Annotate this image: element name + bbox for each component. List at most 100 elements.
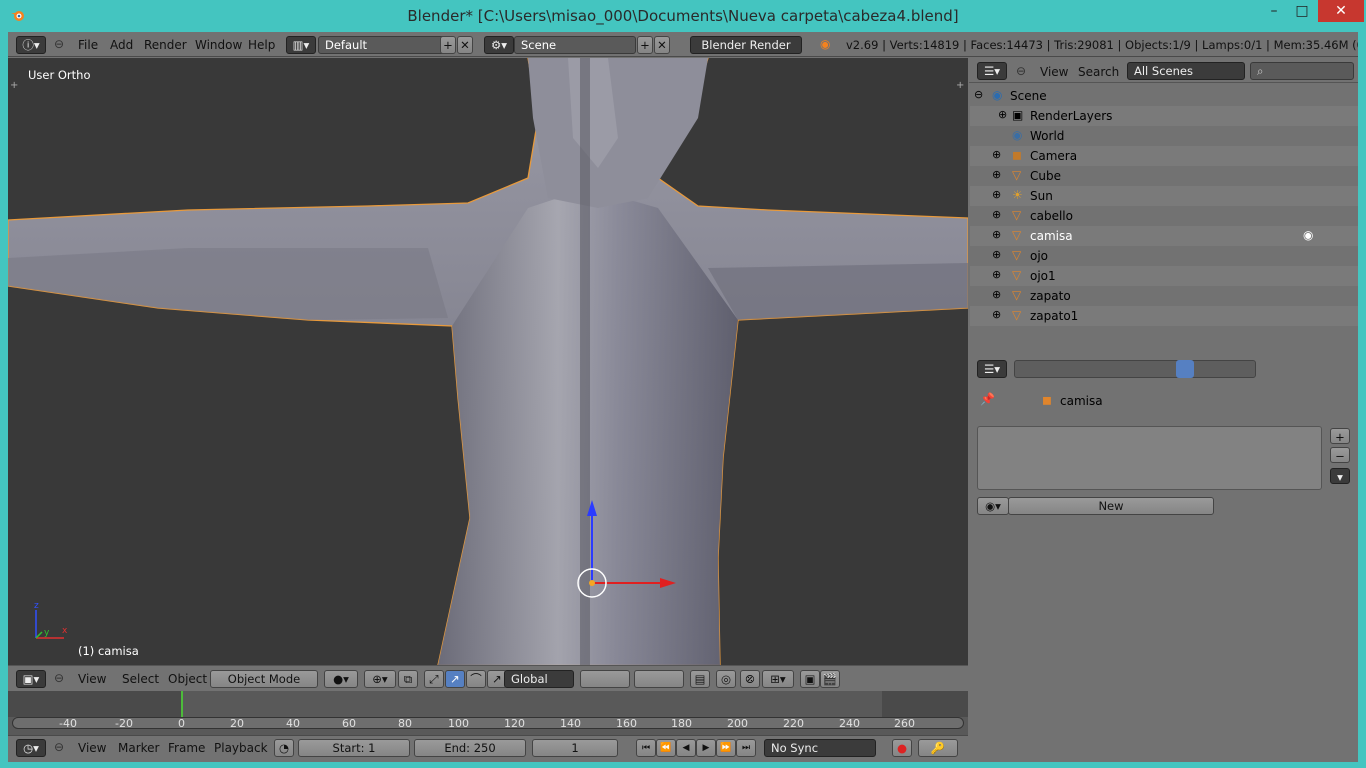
editor-type-info-icon[interactable]: ⓘ▾ bbox=[16, 36, 46, 54]
expand-icon[interactable]: ⊕ bbox=[992, 268, 1001, 281]
menu-view[interactable]: View bbox=[1040, 65, 1068, 79]
collapse-menu-icon[interactable]: ⊖ bbox=[1016, 64, 1026, 78]
add-layout-button[interactable]: + bbox=[440, 36, 456, 54]
jump-start-button[interactable]: ⏮ bbox=[636, 739, 656, 757]
outliner-row[interactable]: ⊕ ▽ ojo1 bbox=[970, 266, 1358, 286]
play-button[interactable]: ▶ bbox=[696, 739, 716, 757]
preview-range-button[interactable]: ◔ bbox=[274, 739, 294, 757]
outliner-row[interactable]: ⊕ ▽ zapato1 bbox=[970, 306, 1358, 326]
outliner-row[interactable]: ⊕ ▽ Cube bbox=[970, 166, 1358, 186]
add-scene-button[interactable]: + bbox=[637, 36, 653, 54]
outliner-row[interactable]: ⊕ ▽ camisa ◉ bbox=[970, 226, 1358, 246]
add-slot-button[interactable]: + bbox=[1330, 428, 1350, 444]
properties-tabs[interactable] bbox=[1014, 360, 1256, 378]
transform-gizmo[interactable] bbox=[568, 498, 688, 618]
jump-keyframe-back-button[interactable]: ⏪ bbox=[656, 739, 676, 757]
minimize-button[interactable]: – bbox=[1262, 0, 1286, 22]
collapse-menu-icon[interactable]: ⊖ bbox=[54, 37, 64, 51]
render-animation-button[interactable]: 🎬 bbox=[820, 670, 840, 688]
pin-icon[interactable]: 📌 bbox=[980, 392, 995, 406]
outliner-item-label[interactable]: Camera bbox=[1030, 149, 1077, 163]
expand-icon[interactable]: ⊕ bbox=[992, 188, 1001, 201]
lock-camera-button[interactable]: ▤ bbox=[690, 670, 710, 688]
outliner-item-label[interactable]: zapato1 bbox=[1030, 309, 1078, 323]
expand-icon[interactable]: ⊕ bbox=[992, 228, 1001, 241]
display-mode-select[interactable]: All Scenes bbox=[1127, 62, 1245, 80]
menu-marker[interactable]: Marker bbox=[118, 741, 159, 755]
outliner-item-label[interactable]: Cube bbox=[1030, 169, 1061, 183]
editor-type-properties-icon[interactable]: ☰▾ bbox=[977, 360, 1007, 378]
remove-scene-button[interactable]: ✕ bbox=[654, 36, 670, 54]
outliner-item-label[interactable]: camisa bbox=[1030, 229, 1073, 243]
menu-help[interactable]: Help bbox=[248, 38, 275, 52]
close-button[interactable]: ✕ bbox=[1318, 0, 1364, 22]
3d-viewport[interactable]: User Ortho + + z y x (1) camisa bbox=[8, 58, 968, 665]
expand-icon[interactable]: ⊕ bbox=[992, 208, 1001, 221]
jump-end-button[interactable]: ⏭ bbox=[736, 739, 756, 757]
mode-select[interactable]: Object Mode bbox=[210, 670, 318, 688]
jump-keyframe-forward-button[interactable]: ⏩ bbox=[716, 739, 736, 757]
layout-icon[interactable]: ▥▾ bbox=[286, 36, 316, 54]
expand-icon[interactable]: ⊕ bbox=[992, 248, 1001, 261]
menu-add[interactable]: Add bbox=[110, 38, 133, 52]
expand-properties-icon[interactable]: + bbox=[956, 80, 964, 91]
outliner-row[interactable]: ⊕ ▣ RenderLayers bbox=[970, 106, 1358, 126]
material-tab-icon[interactable] bbox=[1176, 360, 1194, 378]
menu-frame[interactable]: Frame bbox=[168, 741, 205, 755]
scale-manipulator-button[interactable]: ⌒ bbox=[466, 670, 486, 688]
menu-view[interactable]: View bbox=[78, 741, 106, 755]
sync-select[interactable]: No Sync bbox=[764, 739, 876, 757]
render-engine-select[interactable]: Blender Render bbox=[690, 36, 802, 54]
render-still-button[interactable]: ▣ bbox=[800, 670, 820, 688]
menu-view[interactable]: View bbox=[78, 672, 106, 686]
collapse-icon[interactable]: ⊖ bbox=[974, 88, 983, 101]
menu-file[interactable]: File bbox=[78, 38, 98, 52]
outliner-item-label[interactable]: ojo1 bbox=[1030, 269, 1056, 283]
scene-icon[interactable]: ⚙▾ bbox=[484, 36, 514, 54]
material-slot-list[interactable] bbox=[977, 426, 1322, 490]
outliner-row[interactable]: ⊕ ◼ Camera bbox=[970, 146, 1358, 166]
outliner-row[interactable]: ⊖ ◉ Scene bbox=[970, 86, 1358, 106]
record-button[interactable]: ● bbox=[892, 739, 912, 757]
outliner-item-label[interactable]: ojo bbox=[1030, 249, 1048, 263]
outliner-item-label[interactable]: RenderLayers bbox=[1030, 109, 1112, 123]
menu-select[interactable]: Select bbox=[122, 672, 159, 686]
orientation-select[interactable]: Global bbox=[504, 670, 574, 688]
expand-icon[interactable]: ⊕ bbox=[992, 308, 1001, 321]
outliner-row[interactable]: ⊕ ▽ zapato bbox=[970, 286, 1358, 306]
timeline-scrollbar[interactable] bbox=[12, 717, 964, 729]
outliner-item-label[interactable]: cabello bbox=[1030, 209, 1073, 223]
menu-search[interactable]: Search bbox=[1078, 65, 1119, 79]
timeline[interactable]: -40 -20 0 20 40 60 80 100 120 140 160 18… bbox=[8, 691, 968, 735]
outliner-search-input[interactable]: ⌕ bbox=[1250, 62, 1354, 80]
keying-set-button[interactable]: 🔑 bbox=[918, 739, 958, 757]
current-frame-field[interactable]: 1 bbox=[532, 739, 618, 757]
outliner-item-label[interactable]: Scene bbox=[1010, 89, 1047, 103]
outliner-row[interactable]: ⊕ ☀ Sun bbox=[970, 186, 1358, 206]
material-browse-button[interactable]: ◉▾ bbox=[977, 497, 1009, 515]
current-frame-marker[interactable] bbox=[181, 691, 183, 717]
scene-field[interactable]: Scene bbox=[514, 36, 636, 54]
outliner-row[interactable]: ◉ World bbox=[970, 126, 1358, 146]
expand-toolbar-icon[interactable]: + bbox=[10, 80, 18, 91]
outliner-item-label[interactable]: Sun bbox=[1030, 189, 1053, 203]
remove-slot-button[interactable]: − bbox=[1330, 447, 1350, 463]
expand-icon[interactable]: ⊕ bbox=[992, 168, 1001, 181]
menu-object[interactable]: Object bbox=[168, 672, 207, 686]
manipulator-toggle-button[interactable]: ⧉ bbox=[398, 670, 418, 688]
new-material-button[interactable]: New bbox=[1008, 497, 1214, 515]
start-frame-field[interactable]: Start: 1 bbox=[298, 739, 410, 757]
proportional-edit-button[interactable]: ◎ bbox=[716, 670, 736, 688]
menu-window[interactable]: Window bbox=[195, 38, 242, 52]
translate-manipulator-button[interactable]: ⤢ bbox=[424, 670, 444, 688]
maximize-button[interactable]: □ bbox=[1290, 0, 1314, 22]
expand-icon[interactable]: ⊕ bbox=[992, 148, 1001, 161]
layout-field[interactable]: Default bbox=[318, 36, 446, 54]
layers-grid-2[interactable] bbox=[634, 670, 684, 688]
editor-type-outliner-icon[interactable]: ☰▾ bbox=[977, 62, 1007, 80]
snap-toggle-button[interactable]: ⦼ bbox=[740, 670, 760, 688]
collapse-menu-icon[interactable]: ⊖ bbox=[54, 740, 64, 754]
collapse-menu-icon[interactable]: ⊖ bbox=[54, 671, 64, 685]
layers-grid-1[interactable] bbox=[580, 670, 630, 688]
remove-layout-button[interactable]: ✕ bbox=[457, 36, 473, 54]
